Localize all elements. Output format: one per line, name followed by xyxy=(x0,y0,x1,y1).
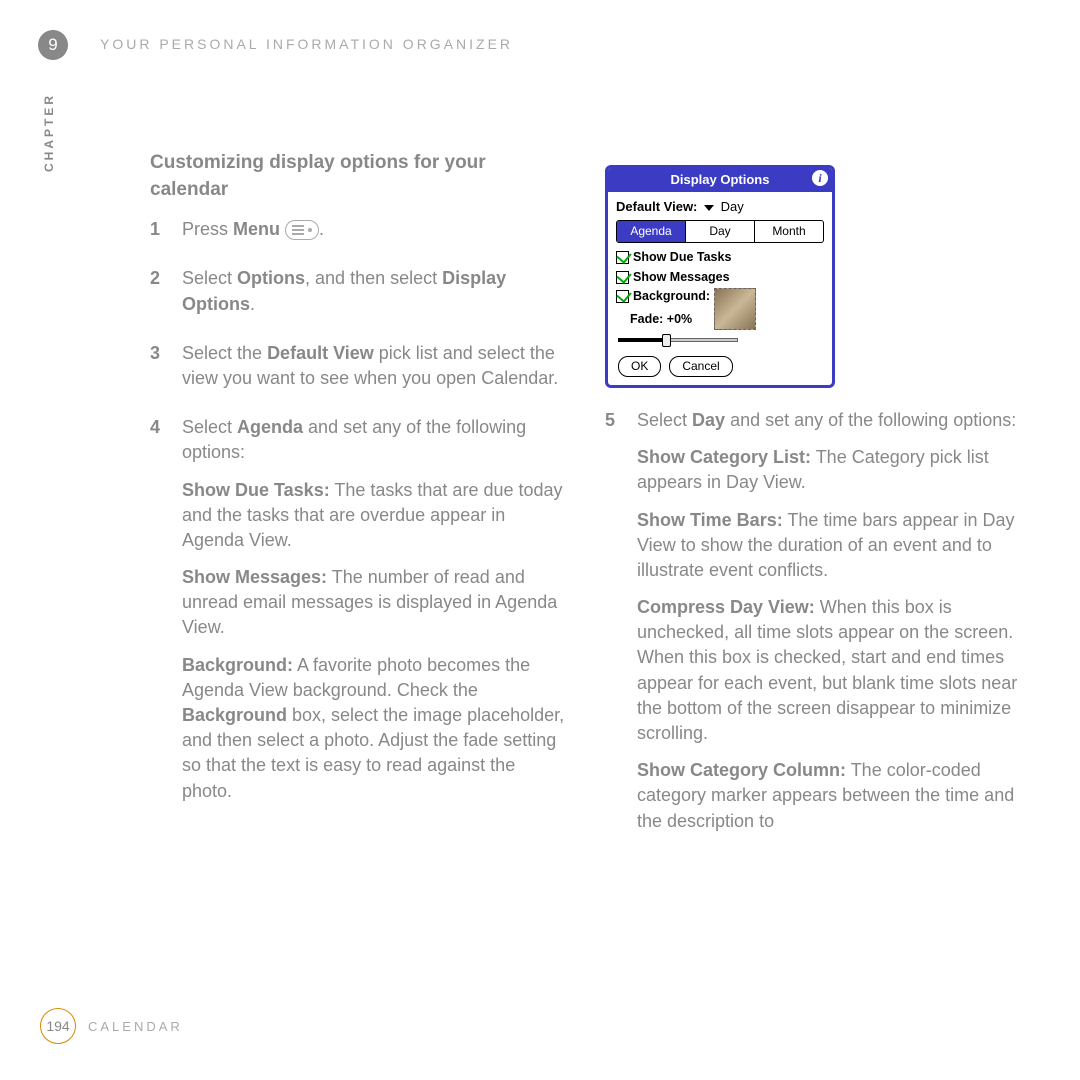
day-options: Show Category List: The Category pick li… xyxy=(637,445,1020,834)
cancel-button[interactable]: Cancel xyxy=(669,356,732,377)
agenda-label: Agenda xyxy=(237,417,303,437)
text: . xyxy=(250,294,255,314)
menu-key-icon xyxy=(285,220,319,240)
content-area: Customizing display options for your cal… xyxy=(150,150,1020,858)
text: , and then select xyxy=(305,268,442,288)
background-row: Background: Fade: +0% xyxy=(616,288,824,332)
checkbox-icon[interactable] xyxy=(616,290,629,303)
dialog-body: Default View: Day Agenda Day Month Show … xyxy=(608,192,832,385)
background-title: Background: xyxy=(182,655,293,675)
chapter-number: 9 xyxy=(48,35,57,55)
slider-thumb[interactable] xyxy=(662,334,671,347)
text: Select xyxy=(637,410,692,430)
page-footer: 194 CALENDAR xyxy=(40,1008,183,1044)
step-number: 2 xyxy=(150,266,182,328)
text: Select the xyxy=(182,343,267,363)
ok-button[interactable]: OK xyxy=(618,356,661,377)
show-time-bars-title: Show Time Bars: xyxy=(637,510,783,530)
text: Select xyxy=(182,417,237,437)
chapter-number-badge: 9 xyxy=(38,30,68,60)
agenda-options: Show Due Tasks: The tasks that are due t… xyxy=(182,478,565,804)
chapter-label: CHAPTER xyxy=(42,93,56,172)
checkbox-background[interactable]: Background: xyxy=(616,288,710,306)
slider-fill xyxy=(618,338,666,342)
fade-label: Fade: +0% xyxy=(630,311,710,329)
compress-day-view-desc: When this box is unchecked, all time slo… xyxy=(637,597,1017,743)
checkbox-label: Background: xyxy=(633,288,710,306)
background-thumbnail[interactable] xyxy=(714,288,756,330)
text: Select xyxy=(182,268,237,288)
checkbox-show-messages[interactable]: Show Messages xyxy=(616,269,824,287)
info-icon[interactable]: i xyxy=(812,170,828,186)
checkbox-label: Show Due Tasks xyxy=(633,249,731,267)
compress-day-view-title: Compress Day View: xyxy=(637,597,815,617)
text: Press xyxy=(182,219,233,239)
steps-list-right: 5 Select Day and set any of the followin… xyxy=(605,408,1020,846)
dialog-titlebar: Display Options i xyxy=(608,168,832,192)
fade-slider[interactable] xyxy=(618,332,738,348)
step-5: 5 Select Day and set any of the followin… xyxy=(605,408,1020,846)
step-number: 5 xyxy=(605,408,637,846)
page-number: 194 xyxy=(46,1018,69,1034)
dropdown-arrow-icon[interactable] xyxy=(704,205,714,211)
right-column: Display Options i Default View: Day Agen… xyxy=(605,150,1020,858)
display-options-dialog: Display Options i Default View: Day Agen… xyxy=(605,165,835,388)
show-category-list-title: Show Category List: xyxy=(637,447,811,467)
step-1: 1 Press Menu . xyxy=(150,217,565,254)
text: . xyxy=(319,219,324,239)
options-label: Options xyxy=(237,268,305,288)
dialog-buttons: OK Cancel xyxy=(618,356,824,377)
footer-label: CALENDAR xyxy=(88,1019,183,1034)
steps-list-left: 1 Press Menu . 2 Select Options, and the… xyxy=(150,217,565,816)
dialog-title: Display Options xyxy=(671,171,770,189)
step-4: 4 Select Agenda and set any of the follo… xyxy=(150,415,565,816)
show-messages-title: Show Messages: xyxy=(182,567,327,587)
running-header: YOUR PERSONAL INFORMATION ORGANIZER xyxy=(100,36,513,52)
checkbox-icon[interactable] xyxy=(616,251,629,264)
text: and set any of the following options: xyxy=(725,410,1016,430)
checkbox-show-due-tasks[interactable]: Show Due Tasks xyxy=(616,249,824,267)
show-due-tasks-title: Show Due Tasks: xyxy=(182,480,330,500)
tab-day[interactable]: Day xyxy=(686,221,755,242)
menu-label: Menu xyxy=(233,219,280,239)
background-bold: Background xyxy=(182,705,287,725)
default-view-label: Default View: xyxy=(616,199,697,214)
day-label: Day xyxy=(692,410,725,430)
default-view-value[interactable]: Day xyxy=(721,199,744,214)
show-category-column-title: Show Category Column: xyxy=(637,760,846,780)
page-number-circle: 194 xyxy=(40,1008,76,1044)
section-heading: Customizing display options for your cal… xyxy=(150,150,565,203)
default-view-label: Default View xyxy=(267,343,374,363)
tab-agenda[interactable]: Agenda xyxy=(617,221,686,242)
checkbox-icon[interactable] xyxy=(616,271,629,284)
default-view-row: Default View: Day xyxy=(616,198,824,216)
step-number: 4 xyxy=(150,415,182,816)
step-3: 3 Select the Default View pick list and … xyxy=(150,341,565,403)
step-2: 2 Select Options, and then select Displa… xyxy=(150,266,565,328)
checkbox-label: Show Messages xyxy=(633,269,730,287)
step-number: 3 xyxy=(150,341,182,403)
view-tabs: Agenda Day Month xyxy=(616,220,824,243)
tab-month[interactable]: Month xyxy=(755,221,823,242)
left-column: Customizing display options for your cal… xyxy=(150,150,565,858)
step-number: 1 xyxy=(150,217,182,254)
